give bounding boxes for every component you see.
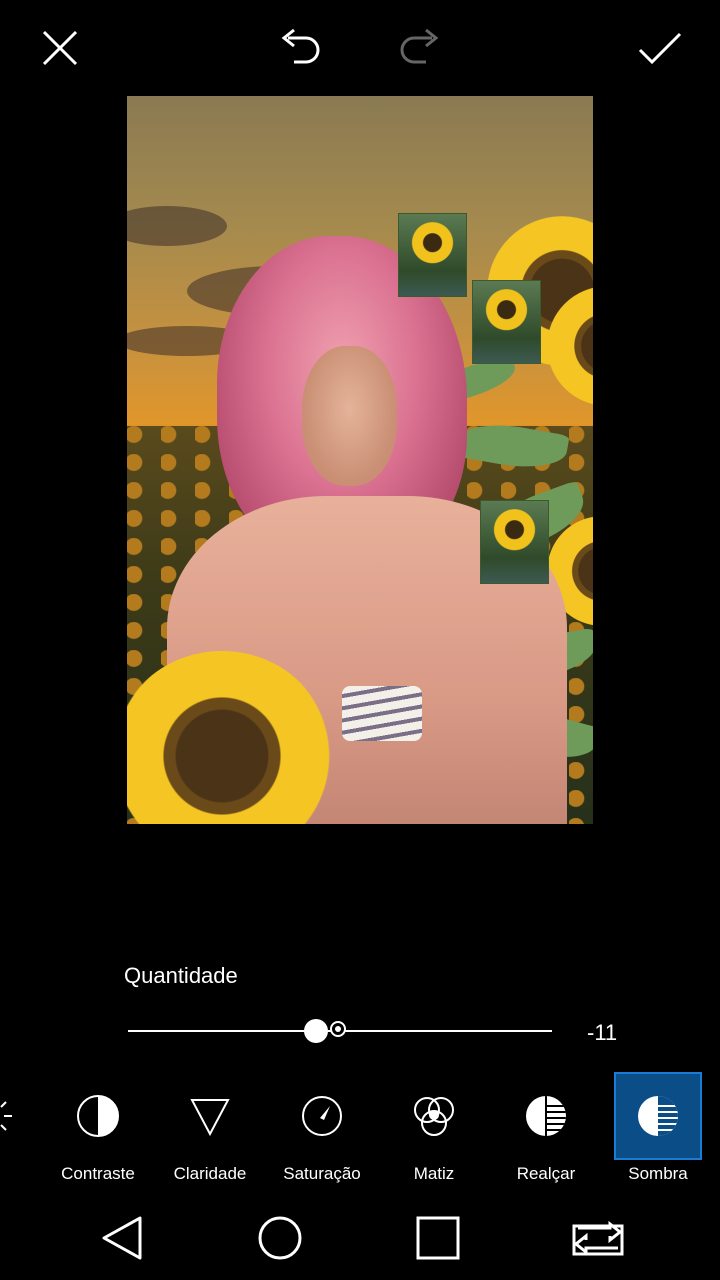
redo-button[interactable] <box>392 22 448 74</box>
tool-contrast[interactable]: Contraste <box>54 1072 142 1183</box>
amount-value: -11 <box>587 1020 618 1045</box>
undo-icon <box>281 28 320 64</box>
tool-hue[interactable]: Matiz <box>390 1072 478 1183</box>
adjust-tools-bar: o Contraste Claridade Saturação Matiz <box>0 1072 720 1192</box>
tool-highlight[interactable]: Realçar <box>502 1072 590 1183</box>
slider-thumb[interactable] <box>304 1019 328 1043</box>
clarity-icon <box>190 1099 230 1137</box>
close-icon <box>42 30 78 66</box>
brightness-icon <box>0 1101 12 1131</box>
recents-button[interactable] <box>408 1208 468 1268</box>
contrast-icon <box>77 1095 119 1137</box>
tool-label: Claridade <box>173 1164 247 1183</box>
tool-shadow[interactable]: Sombra <box>614 1072 702 1183</box>
check-icon <box>638 32 682 65</box>
redo-icon <box>400 28 439 64</box>
switch-app-button[interactable] <box>568 1208 628 1268</box>
shadow-icon <box>638 1096 678 1136</box>
highlight-icon <box>526 1096 566 1136</box>
tool-brightness[interactable]: o <box>0 1072 36 1160</box>
switch-app-icon <box>572 1220 624 1256</box>
home-button[interactable] <box>250 1208 310 1268</box>
photo-canvas[interactable] <box>127 96 593 824</box>
slider-zero-marker <box>330 1021 346 1037</box>
undo-button[interactable] <box>272 22 328 74</box>
amount-label: Quantidade <box>124 963 238 988</box>
back-button[interactable] <box>92 1208 152 1268</box>
recents-icon <box>416 1216 460 1260</box>
tool-label: Saturação <box>283 1164 361 1183</box>
home-icon <box>258 1216 302 1260</box>
tool-label: Realçar <box>516 1164 576 1183</box>
close-button[interactable] <box>32 22 88 74</box>
confirm-button[interactable] <box>632 22 688 74</box>
navigation-bar <box>0 1196 720 1280</box>
tool-label: Matiz <box>413 1164 455 1183</box>
saturation-icon <box>302 1096 342 1136</box>
back-icon <box>102 1216 142 1260</box>
amount-slider[interactable] <box>128 1016 552 1046</box>
hue-icon <box>414 1097 454 1136</box>
tool-label: Sombra <box>628 1164 688 1183</box>
tool-clarity[interactable]: Claridade <box>166 1072 254 1183</box>
tool-label: Contraste <box>61 1164 135 1183</box>
tool-saturation[interactable]: Saturação <box>278 1072 366 1183</box>
